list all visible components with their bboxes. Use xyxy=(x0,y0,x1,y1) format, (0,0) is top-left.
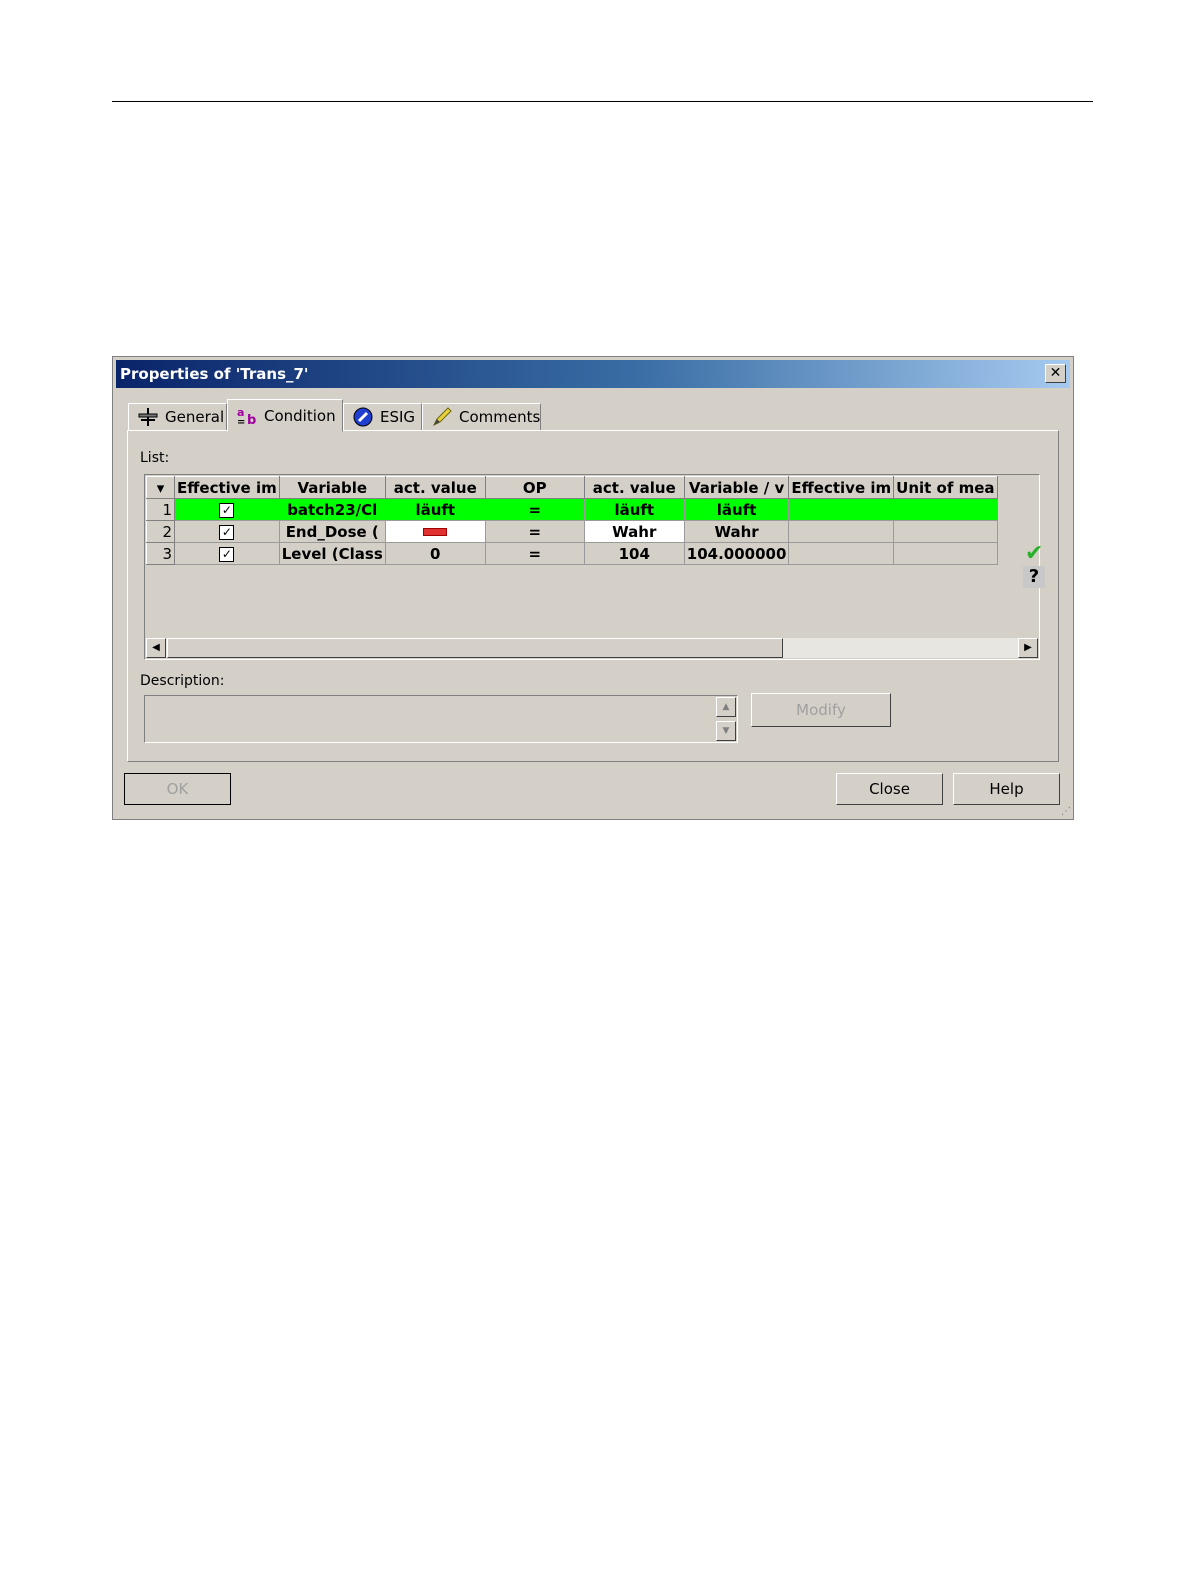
close-button[interactable]: Close xyxy=(836,773,943,805)
unit-cell xyxy=(893,542,998,565)
tab-esig[interactable]: ESIG xyxy=(343,403,422,431)
scroll-left-button[interactable]: ◀ xyxy=(146,638,166,658)
tab-general[interactable]: General xyxy=(128,403,227,431)
close-window-button[interactable]: ✕ xyxy=(1045,364,1066,383)
help-button[interactable]: Help xyxy=(953,773,1060,805)
check-status-icon[interactable]: ✔ xyxy=(1025,541,1043,566)
esig-icon xyxy=(352,406,374,428)
effective-cell[interactable]: ✓ xyxy=(174,520,280,543)
properties-dialog: Properties of 'Trans_7' ✕ General a = b Co… xyxy=(112,356,1074,820)
checkbox[interactable]: ✓ xyxy=(219,502,235,518)
table-header-row: ▾ Effective im Variable act. value OP ac… xyxy=(146,476,998,499)
scroll-up-button[interactable]: ▲ xyxy=(716,697,736,717)
condition-icon: a = b xyxy=(236,405,258,428)
row-number: 3 xyxy=(146,542,175,565)
ok-button[interactable]: OK xyxy=(124,773,231,805)
op-cell[interactable]: = xyxy=(484,542,585,565)
col-act-value-1[interactable]: act. value xyxy=(384,476,486,499)
table-row[interactable]: 1 ✓ batch23/Cl läuft = läuft läuft xyxy=(146,498,998,521)
condition-panel: List: ▾ Effective im Variable act. value… xyxy=(127,430,1059,762)
arrow-left-icon: ◀ xyxy=(152,642,160,653)
condition-grid[interactable]: ▾ Effective im Variable act. value OP ac… xyxy=(144,474,1045,660)
tab-condition[interactable]: a = b Condition xyxy=(227,399,343,432)
effective-cell[interactable] xyxy=(788,498,895,521)
page-top-rule xyxy=(112,101,1093,102)
tab-label: Condition xyxy=(264,406,336,425)
effective-cell[interactable]: ✓ xyxy=(174,498,280,521)
act-value-cell: 104 xyxy=(583,542,685,565)
description-label: Description: xyxy=(140,673,225,689)
act-value-cell: 0 xyxy=(384,542,486,565)
svg-text:b: b xyxy=(247,413,256,427)
checkbox[interactable]: ✓ xyxy=(219,546,235,562)
dialog-title: Properties of 'Trans_7' xyxy=(120,365,309,383)
variable-value-cell[interactable]: Wahr xyxy=(683,520,790,543)
tab-label: ESIG xyxy=(380,408,416,426)
effective-cell[interactable]: ✓ xyxy=(174,542,280,565)
act-value-cell: läuft xyxy=(384,498,486,521)
close-icon: ✕ xyxy=(1049,365,1062,381)
description-field[interactable]: ▲ ▼ xyxy=(144,695,738,743)
effective-cell[interactable] xyxy=(788,542,895,565)
variable-cell[interactable]: End_Dose ( xyxy=(278,520,386,543)
resize-grip-icon[interactable]: ⋰ xyxy=(1061,806,1071,817)
col-variable[interactable]: Variable xyxy=(278,476,386,499)
tab-label: General xyxy=(165,408,225,426)
act-value-cell: läuft xyxy=(583,498,685,521)
op-cell[interactable]: = xyxy=(484,520,585,543)
general-icon xyxy=(137,406,159,428)
variable-value-cell[interactable]: läuft xyxy=(683,498,790,521)
svg-text:=: = xyxy=(237,417,245,427)
unit-cell xyxy=(893,498,998,521)
col-op[interactable]: OP xyxy=(484,476,585,499)
effective-cell[interactable] xyxy=(788,520,895,543)
list-label: List: xyxy=(140,450,170,466)
arrow-down-icon: ▼ xyxy=(722,726,730,736)
scroll-right-button[interactable]: ▶ xyxy=(1018,638,1038,658)
pencil-icon xyxy=(431,406,453,428)
table-row[interactable]: 2 ✓ End_Dose ( = Wahr Wahr xyxy=(146,520,998,543)
act-value-cell: Wahr xyxy=(583,520,685,543)
tab-label: Comments xyxy=(459,408,541,426)
checkbox[interactable]: ✓ xyxy=(219,524,235,540)
unit-cell xyxy=(893,520,998,543)
variable-value-cell[interactable]: 104.000000 xyxy=(683,542,790,565)
scroll-thumb[interactable] xyxy=(167,638,783,658)
sort-header[interactable]: ▾ xyxy=(146,476,175,499)
modify-button[interactable]: Modify xyxy=(751,693,891,727)
act-value-cell xyxy=(384,520,486,543)
col-effective-2[interactable]: Effective im xyxy=(788,476,895,499)
col-variable-value[interactable]: Variable / v xyxy=(683,476,790,499)
variable-cell[interactable]: Level (Class xyxy=(278,542,386,565)
arrow-right-icon: ▶ xyxy=(1024,642,1032,653)
title-bar[interactable]: Properties of 'Trans_7' ✕ xyxy=(116,360,1070,388)
variable-cell[interactable]: batch23/Cl xyxy=(278,498,386,521)
arrow-up-icon: ▲ xyxy=(722,702,730,712)
question-status-icon[interactable]: ? xyxy=(1023,566,1045,588)
row-number: 1 xyxy=(146,498,175,521)
table-row[interactable]: 3 ✓ Level (Class 0 = 104 104.000000 xyxy=(146,542,998,565)
col-act-value-2[interactable]: act. value xyxy=(583,476,685,499)
scroll-down-button[interactable]: ▼ xyxy=(716,721,736,741)
op-cell[interactable]: = xyxy=(484,498,585,521)
tab-comments[interactable]: Comments xyxy=(422,403,541,431)
col-effective-1[interactable]: Effective im xyxy=(174,476,280,499)
col-unit[interactable]: Unit of mea xyxy=(893,476,998,499)
condition-table: ▾ Effective im Variable act. value OP ac… xyxy=(146,476,998,565)
row-number: 2 xyxy=(146,520,175,543)
error-bar-icon xyxy=(423,528,448,536)
horizontal-scrollbar[interactable]: ◀ ▶ xyxy=(146,638,1038,658)
